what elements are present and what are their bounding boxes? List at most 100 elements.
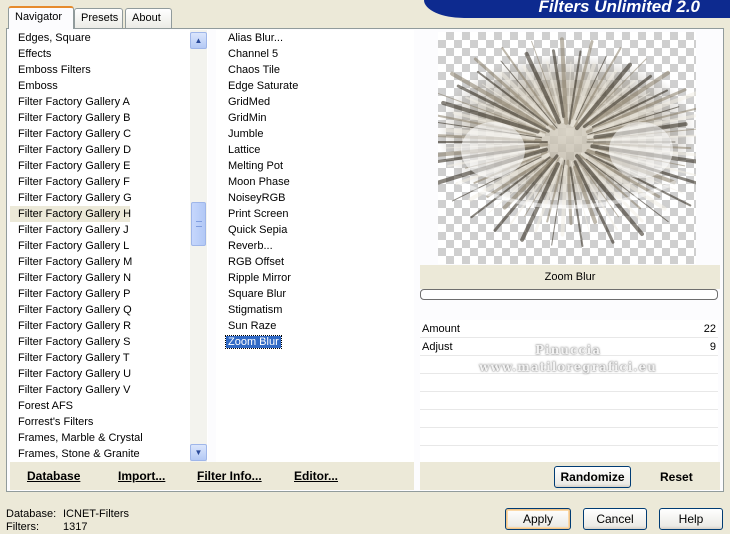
category-item[interactable]: Filter Factory Gallery H: [10, 206, 131, 222]
filter-item-label: Jumble: [228, 128, 264, 140]
tab-presets[interactable]: Presets: [74, 8, 123, 28]
filter-item[interactable]: NoiseyRGB: [216, 190, 414, 206]
filters-count-value: 1317: [63, 521, 88, 533]
filter-item[interactable]: Stigmatism: [216, 302, 414, 318]
category-item[interactable]: Effects: [10, 46, 208, 62]
category-scrollbar[interactable]: ▲ ▼: [190, 30, 207, 462]
filter-item[interactable]: Ripple Mirror: [216, 270, 414, 286]
category-item[interactable]: Forrest's Filters: [10, 414, 208, 430]
filter-item[interactable]: Print Screen: [216, 206, 414, 222]
grip-icon: [196, 221, 202, 227]
filter-item[interactable]: GridMin: [216, 110, 414, 126]
category-item[interactable]: Filter Factory Gallery F: [10, 174, 208, 190]
filter-item-label: GridMed: [228, 96, 271, 108]
category-item[interactable]: Filter Factory Gallery N: [10, 270, 208, 286]
filter-item-label: Melting Pot: [228, 160, 284, 172]
param-row-empty: [420, 356, 718, 374]
parameter-list: Amount 22 Adjust 9: [420, 320, 718, 462]
scroll-down-button[interactable]: ▼: [190, 444, 207, 461]
app-title: Filters Unlimited 2.0: [538, 0, 700, 16]
category-item[interactable]: Filter Factory Gallery V: [10, 382, 208, 398]
filter-item[interactable]: RGB Offset: [216, 254, 414, 270]
category-list[interactable]: Edges, Square Effects Emboss Filters Emboss…: [10, 30, 208, 462]
editor-button[interactable]: Editor...: [294, 469, 338, 483]
category-item[interactable]: Filter Factory Gallery B: [10, 110, 208, 126]
filter-item[interactable]: Jumble: [216, 126, 414, 142]
filter-item[interactable]: Chaos Tile: [216, 62, 414, 78]
category-item[interactable]: Filter Factory Gallery C: [10, 126, 208, 142]
param-row-empty: [420, 374, 718, 392]
param-value: 9: [709, 341, 716, 353]
category-item[interactable]: Filter Factory Gallery U: [10, 366, 208, 382]
filter-item[interactable]: Alias Blur...: [216, 30, 414, 46]
cancel-button[interactable]: Cancel: [583, 508, 647, 530]
import-button[interactable]: Import...: [118, 469, 165, 483]
filter-item[interactable]: Quick Sepia: [216, 222, 414, 238]
filter-item[interactable]: Square Blur: [216, 286, 414, 302]
category-item[interactable]: Forest AFS: [10, 398, 208, 414]
zoom-blur-preview-graphic: [438, 37, 696, 247]
scroll-up-button[interactable]: ▲: [190, 32, 207, 49]
category-item[interactable]: Filter Factory Gallery Q: [10, 302, 208, 318]
reset-button[interactable]: Reset: [660, 470, 693, 484]
filter-item-label: Zoom Blur: [225, 335, 282, 349]
category-item[interactable]: Filter Factory Gallery J: [10, 222, 208, 238]
filter-item-label: Channel 5: [228, 48, 279, 60]
category-item[interactable]: Filter Factory Gallery R: [10, 318, 208, 334]
randomize-button[interactable]: Randomize: [554, 466, 631, 488]
category-item[interactable]: Filter Factory Gallery M: [10, 254, 208, 270]
param-row-empty: [420, 410, 718, 428]
category-item[interactable]: Filter Factory Gallery S: [10, 334, 208, 350]
scroll-thumb[interactable]: [191, 202, 206, 246]
param-row-adjust[interactable]: Adjust 9: [420, 338, 718, 356]
category-item[interactable]: Edges, Square: [10, 30, 208, 46]
category-item[interactable]: Filter Factory Gallery T: [10, 350, 208, 366]
filter-item[interactable]: Moon Phase: [216, 174, 414, 190]
category-item[interactable]: Emboss Filters: [10, 62, 208, 78]
database-value: ICNET-Filters: [63, 508, 129, 520]
param-row-empty: [420, 428, 718, 446]
filter-item-label: Print Screen: [228, 208, 289, 220]
filter-item-label: GridMin: [228, 112, 267, 124]
filter-item[interactable]: Sun Raze: [216, 318, 414, 334]
filter-item[interactable]: Reverb...: [216, 238, 414, 254]
apply-button[interactable]: Apply: [505, 508, 571, 530]
tab-about[interactable]: About: [125, 8, 172, 28]
filter-item[interactable]: Channel 5: [216, 46, 414, 62]
filter-item-label: NoiseyRGB: [228, 192, 286, 204]
filter-item-label: Square Blur: [228, 288, 287, 300]
database-button[interactable]: Database: [27, 469, 80, 483]
filter-item-label: Moon Phase: [228, 176, 290, 188]
app-banner: Filters Unlimited 2.0: [424, 0, 730, 18]
category-item[interactable]: Filter Factory Gallery E: [10, 158, 208, 174]
category-item[interactable]: Filter Factory Gallery L: [10, 238, 208, 254]
filter-item[interactable]: Edge Saturate: [216, 78, 414, 94]
tab-navigator[interactable]: Navigator: [8, 6, 74, 29]
preview-image: [438, 32, 696, 264]
category-item[interactable]: Frames, Stone & Granite: [10, 446, 208, 462]
help-button[interactable]: Help: [659, 508, 723, 530]
filter-item-label: RGB Offset: [228, 256, 285, 268]
param-row-empty: [420, 392, 718, 410]
bottom-toolbar: Database Import... Filter Info... Editor…: [10, 462, 414, 490]
progress-bar: [420, 289, 718, 300]
category-item[interactable]: Filter Factory Gallery A: [10, 94, 208, 110]
param-row-amount[interactable]: Amount 22: [420, 320, 718, 338]
param-label: Amount: [422, 323, 460, 335]
param-value: 22: [703, 323, 716, 335]
category-item[interactable]: Filter Factory Gallery G: [10, 190, 208, 206]
filter-item[interactable]: GridMed: [216, 94, 414, 110]
parameter-toolbar: Randomize Reset: [420, 462, 720, 490]
filter-item-label: Ripple Mirror: [228, 272, 291, 284]
filter-list[interactable]: Alias Blur... Channel 5 Chaos Tile Edge Sat…: [216, 30, 414, 462]
category-item[interactable]: Emboss: [10, 78, 208, 94]
category-item[interactable]: Filter Factory Gallery P: [10, 286, 208, 302]
filter-info-button[interactable]: Filter Info...: [197, 469, 262, 483]
category-item[interactable]: Frames, Marble & Crystal: [10, 430, 208, 446]
filter-item-label: Quick Sepia: [228, 224, 288, 236]
category-item[interactable]: Filter Factory Gallery D: [10, 142, 208, 158]
param-label: Adjust: [422, 341, 453, 353]
filter-item[interactable]: Zoom Blur: [216, 334, 414, 350]
filter-item[interactable]: Melting Pot: [216, 158, 414, 174]
filter-item[interactable]: Lattice: [216, 142, 414, 158]
